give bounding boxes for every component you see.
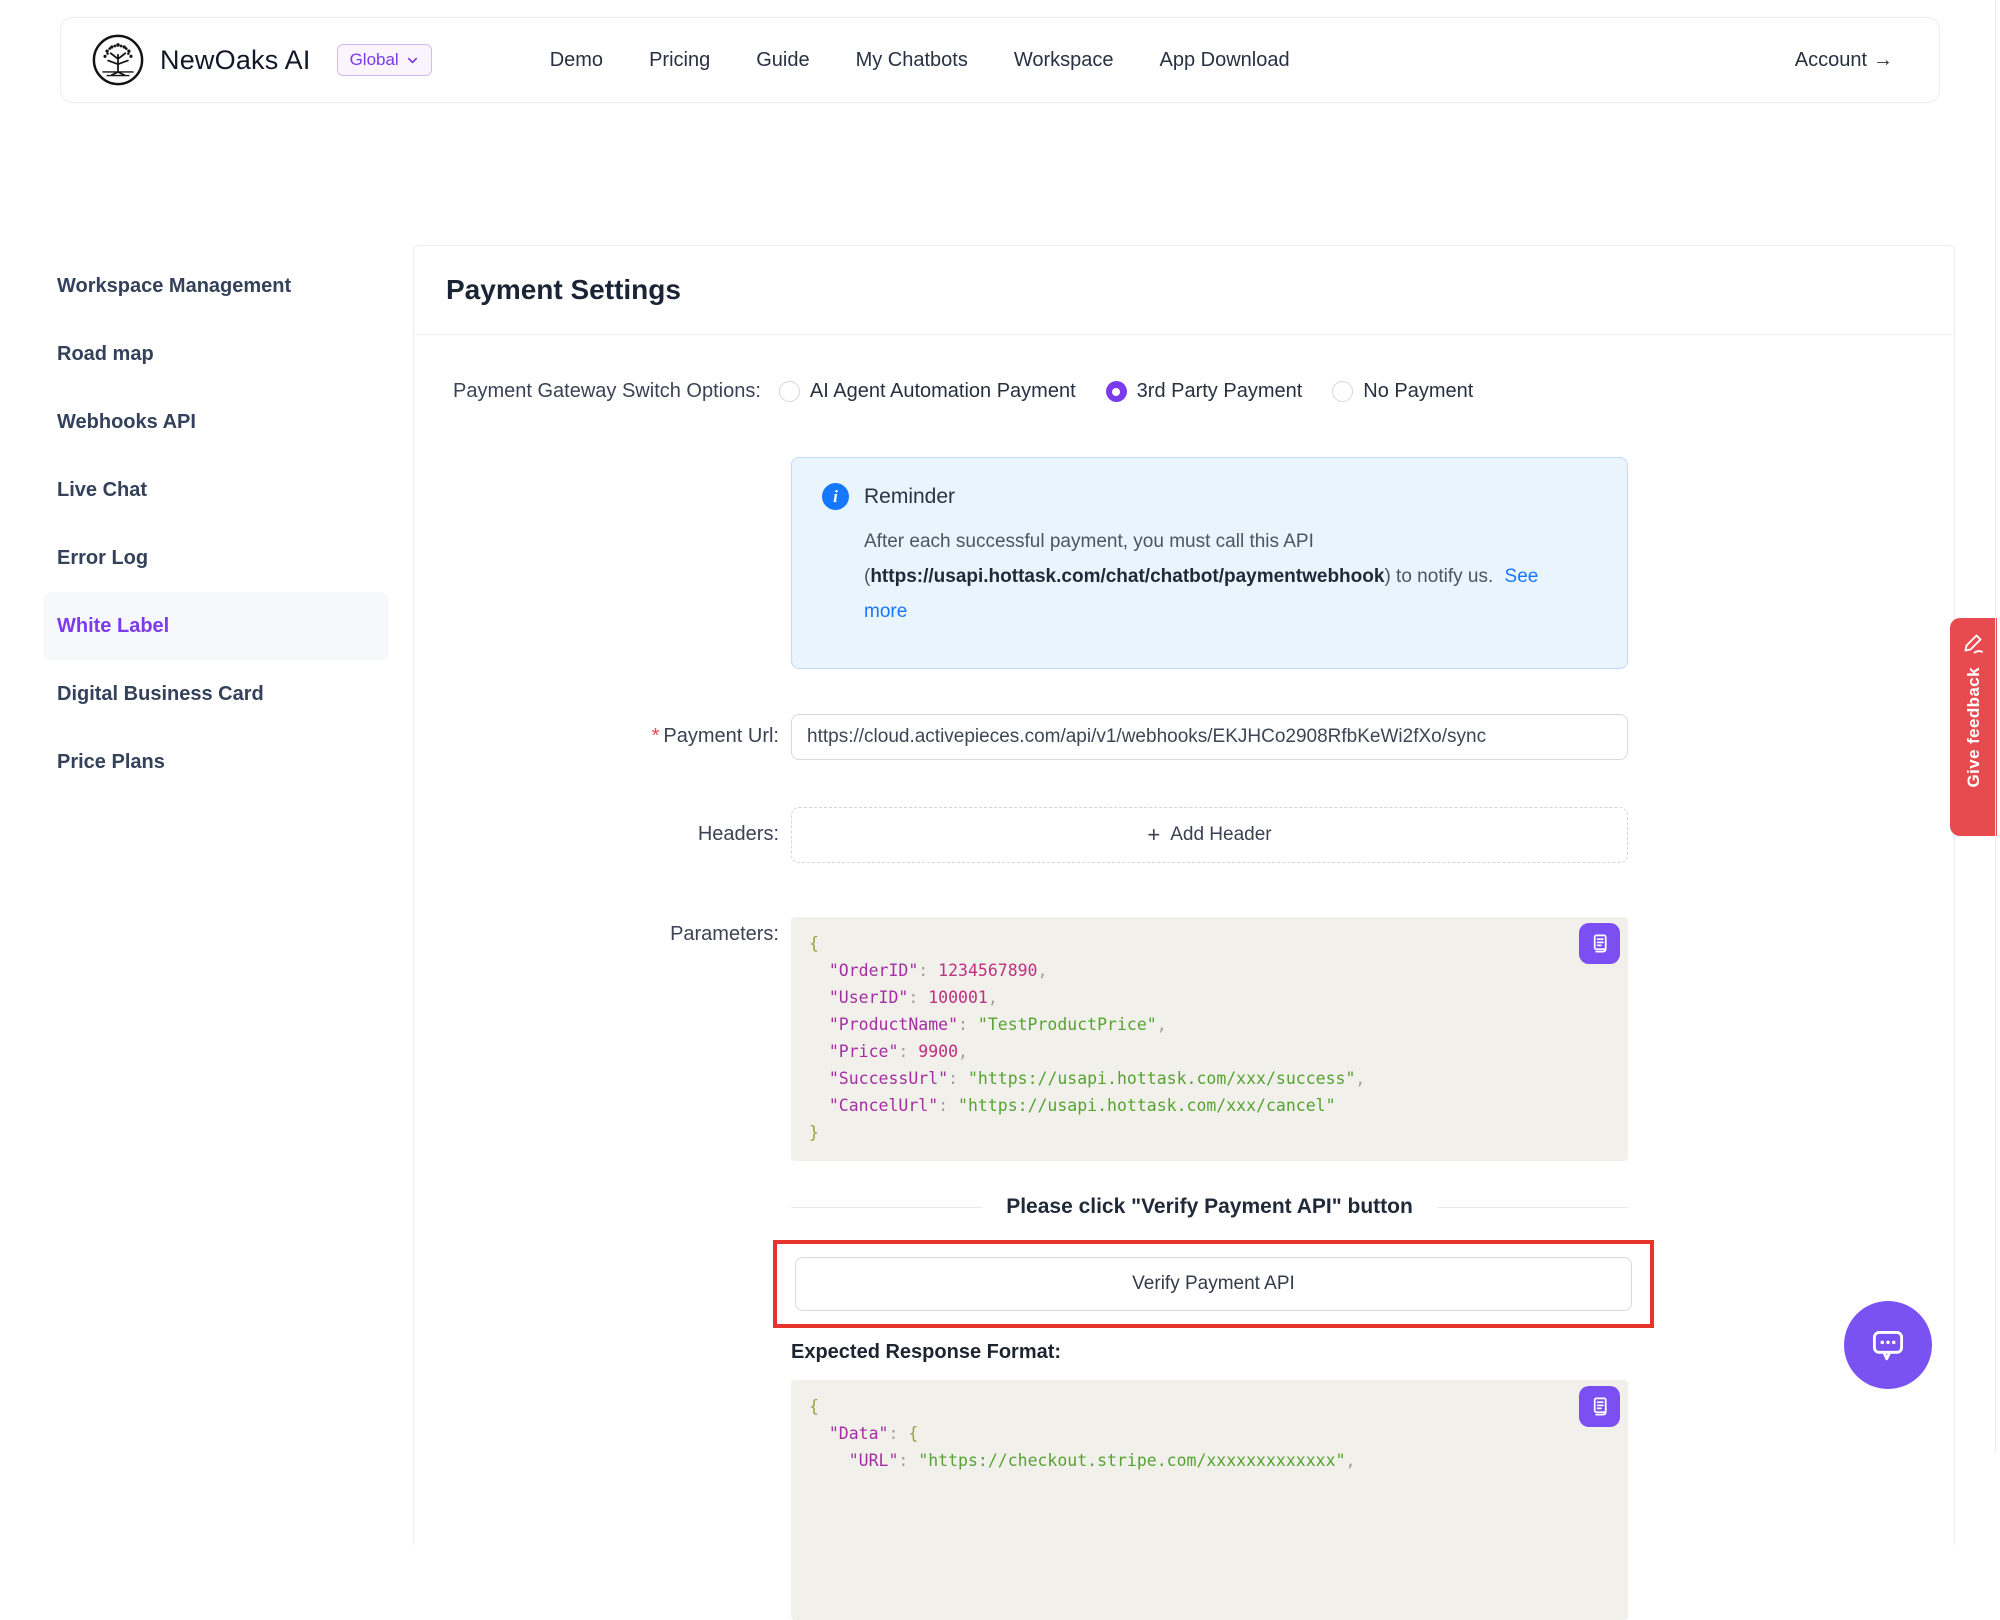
page-title: Payment Settings (446, 274, 681, 306)
radio-checked-icon[interactable] (1106, 381, 1127, 402)
radio-label: 3rd Party Payment (1137, 380, 1303, 403)
annotation-red-box: Verify Payment API (773, 1240, 1654, 1328)
plus-icon: + (1147, 824, 1160, 846)
code-line: "OrderID": 1234567890, (809, 957, 1610, 984)
gateway-label: Payment Gateway Switch Options: (453, 380, 761, 403)
code-line: "ProductName": "TestProductPrice", (809, 1011, 1610, 1038)
account-link[interactable]: Account → (1795, 49, 1893, 72)
code-line: "Price": 9900, (809, 1038, 1610, 1065)
reminder-text: After each successful payment, you must … (864, 524, 1544, 629)
card-body: Payment Gateway Switch Options: AI Agent… (414, 335, 1954, 1547)
sidebar-item-road-map[interactable]: Road map (43, 320, 389, 388)
give-feedback-tab[interactable]: Give feedback (1950, 618, 1997, 836)
expected-response-label: Expected Response Format: (791, 1341, 1061, 1364)
verify-hint-text: Please click "Verify Payment API" button (1006, 1195, 1413, 1219)
chevron-down-icon (406, 54, 419, 67)
nav-item-guide[interactable]: Guide (756, 49, 809, 72)
pencil-icon (1962, 631, 1986, 655)
add-header-button[interactable]: + Add Header (791, 807, 1628, 863)
nav-item-app-download[interactable]: App Download (1160, 49, 1290, 72)
nav-item-my-chatbots[interactable]: My Chatbots (856, 49, 968, 72)
brand-logo-icon (91, 33, 145, 87)
payment-url-input[interactable] (791, 714, 1628, 760)
parameters-code: { "OrderID": 1234567890, "UserID": 10000… (809, 930, 1610, 1146)
top-navbar: NewOaks AI Global Demo Pricing Guide My Cha… (60, 17, 1940, 103)
reminder-api-url: https://usapi.hottask.com/chat/chatbot/p… (870, 566, 1384, 587)
sidebar-item-live-chat[interactable]: Live Chat (43, 456, 389, 524)
arrow-right-icon: → (1873, 49, 1893, 71)
payment-settings-card: Payment Settings Payment Gateway Switch … (413, 245, 1955, 1545)
sidebar-item-error-log[interactable]: Error Log (43, 524, 389, 592)
sidebar-item-price-plans[interactable]: Price Plans (43, 728, 389, 796)
code-line: { (809, 1393, 1610, 1420)
chat-bubble-icon (1865, 1322, 1911, 1368)
code-line: "CancelUrl": "https://usapi.hottask.com/… (809, 1092, 1610, 1119)
code-line: { (809, 930, 1610, 957)
copy-icon[interactable] (1579, 1386, 1620, 1427)
region-selector[interactable]: Global (337, 44, 432, 76)
card-header: Payment Settings (414, 246, 1954, 335)
chat-widget-button[interactable] (1844, 1301, 1932, 1389)
gateway-switch-row: Payment Gateway Switch Options: AI Agent… (453, 380, 1473, 403)
radio-label: No Payment (1363, 380, 1473, 403)
reminder-text-after: ) to notify us. (1384, 566, 1493, 587)
info-icon: i (822, 483, 849, 510)
radio-3rd-party-payment[interactable]: 3rd Party Payment (1106, 380, 1303, 403)
copy-icon[interactable] (1579, 923, 1620, 964)
give-feedback-label: Give feedback (1964, 667, 1984, 787)
code-line: "Data": { (809, 1420, 1610, 1447)
parameters-label: Parameters: (414, 923, 779, 946)
radio-unchecked-icon[interactable] (1332, 381, 1353, 402)
radio-ai-agent-automation-payment[interactable]: AI Agent Automation Payment (779, 380, 1076, 403)
reminder-alert: i Reminder After each successful payment… (791, 457, 1628, 669)
code-line: "URL": "https://checkout.stripe.com/xxxx… (809, 1447, 1610, 1474)
verify-payment-api-button[interactable]: Verify Payment API (795, 1257, 1632, 1311)
add-header-label: Add Header (1170, 824, 1271, 846)
expected-response-code-block: { "Data": { "URL": "https://checkout.str… (791, 1380, 1628, 1620)
code-line: "UserID": 100001, (809, 984, 1610, 1011)
verify-hint: Please click "Verify Payment API" button (791, 1193, 1628, 1221)
account-label: Account (1795, 49, 1867, 71)
parameters-code-block: { "OrderID": 1234567890, "UserID": 10000… (791, 917, 1628, 1161)
reminder-title: Reminder (864, 485, 955, 509)
sidebar-item-workspace-management[interactable]: Workspace Management (43, 252, 389, 320)
expected-response-code: { "Data": { "URL": "https://checkout.str… (809, 1393, 1610, 1474)
gateway-options: AI Agent Automation Payment 3rd Party Pay… (779, 380, 1473, 403)
code-line: } (809, 1119, 1610, 1146)
sidebar-item-webhooks-api[interactable]: Webhooks API (43, 388, 389, 456)
required-asterisk: * (652, 725, 660, 747)
headers-label: Headers: (414, 823, 779, 846)
code-line: "SuccessUrl": "https://usapi.hottask.com… (809, 1065, 1610, 1092)
sidebar-item-white-label[interactable]: White Label (43, 592, 389, 660)
radio-label: AI Agent Automation Payment (810, 380, 1076, 403)
region-label: Global (350, 50, 399, 70)
radio-unchecked-icon[interactable] (779, 381, 800, 402)
page-edge-line (1995, 0, 1996, 1453)
nav-item-demo[interactable]: Demo (550, 49, 603, 72)
sidebar-item-digital-business-card[interactable]: Digital Business Card (43, 660, 389, 728)
main-nav: Demo Pricing Guide My Chatbots Workspace App … (550, 49, 1290, 72)
radio-no-payment[interactable]: No Payment (1332, 380, 1473, 403)
payment-url-label: *Payment Url: (414, 725, 779, 748)
reminder-header: i Reminder (822, 483, 1597, 510)
brand-name: NewOaks AI (160, 45, 311, 76)
nav-item-pricing[interactable]: Pricing (649, 49, 710, 72)
nav-item-workspace[interactable]: Workspace (1014, 49, 1114, 72)
sidebar: Workspace ManagementRoad mapWebhooks API… (43, 252, 389, 796)
